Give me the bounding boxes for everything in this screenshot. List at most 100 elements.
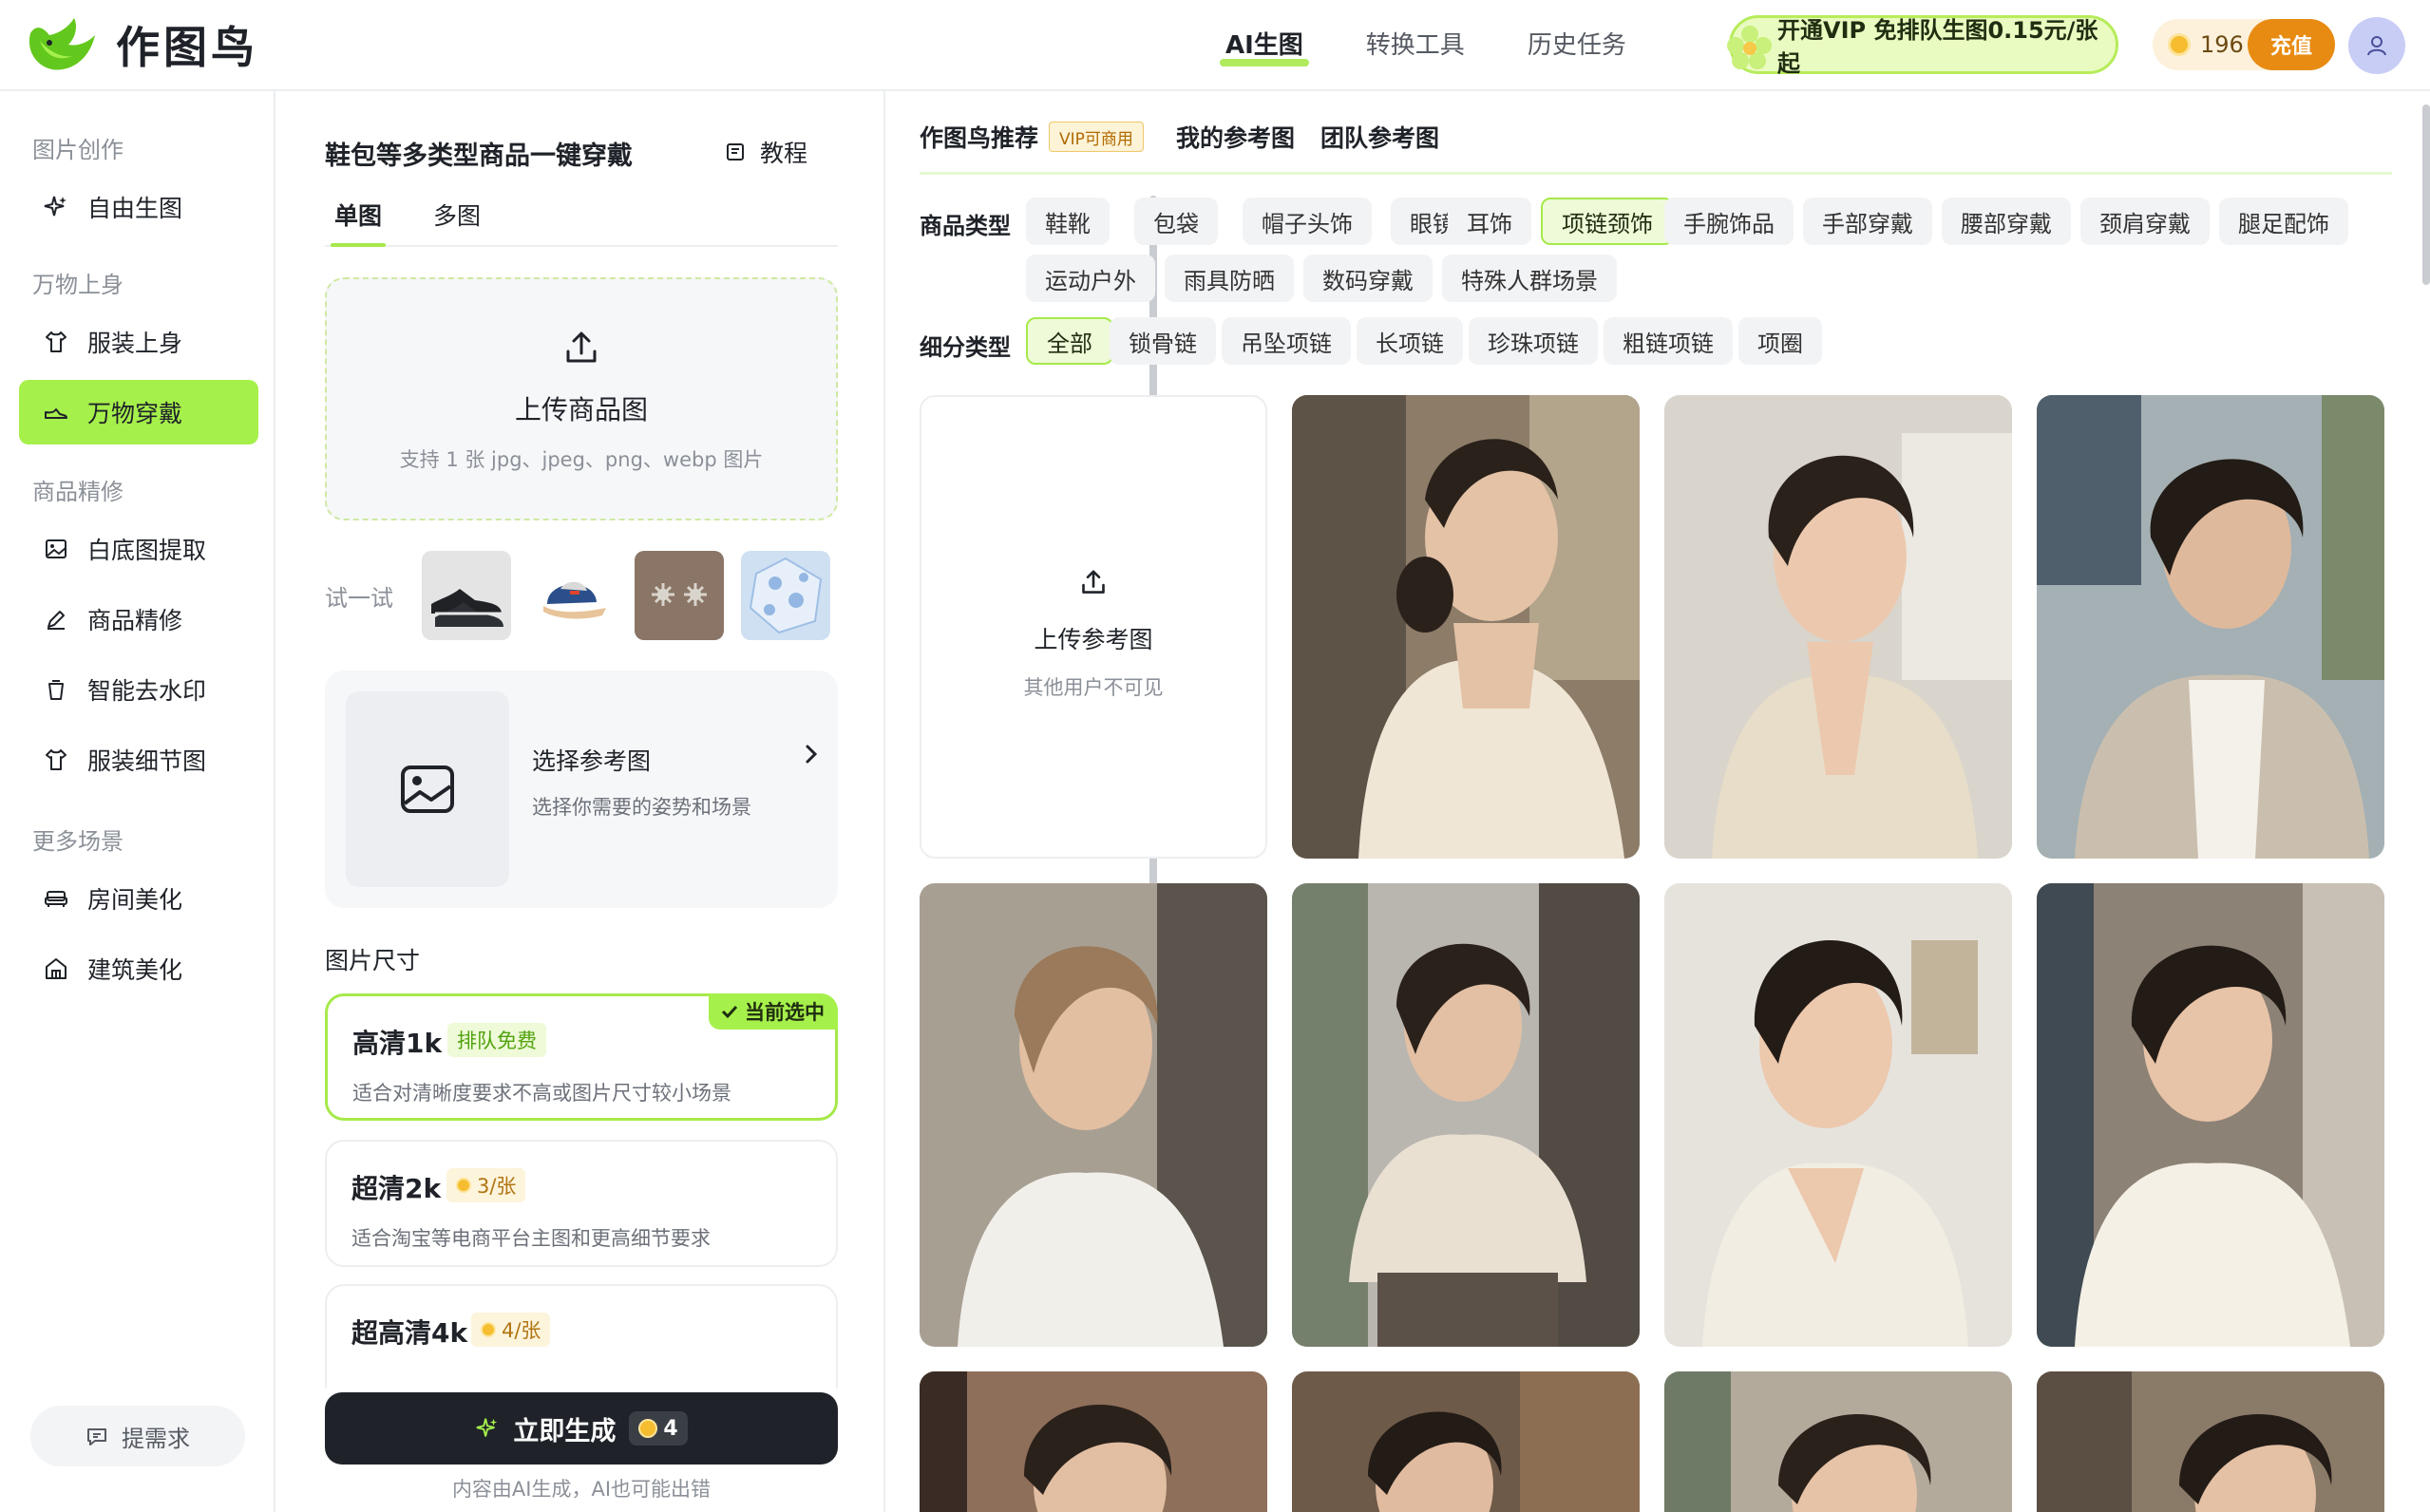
tab-single[interactable]: 单图: [331, 198, 387, 247]
category-chip[interactable]: 雨具防晒: [1165, 255, 1294, 302]
size-option-4k[interactable]: 超高清4k 4/张: [325, 1284, 838, 1389]
category-chip[interactable]: 数码穿戴: [1303, 255, 1433, 302]
sidebar-item-watermark[interactable]: 智能去水印: [19, 657, 258, 722]
size-option-1k[interactable]: 高清1k 排队免费 适合对清晰度要求不高或图片尺寸较小场景 当前选中: [325, 993, 838, 1121]
category-chip[interactable]: 手腕饰品: [1664, 198, 1794, 245]
upload-reference-tile[interactable]: 上传参考图 其他用户不可见: [920, 395, 1267, 859]
generate-button[interactable]: 立即生成 4: [325, 1392, 838, 1465]
nav-history[interactable]: 历史任务: [1528, 27, 1626, 65]
sidebar-item-detail[interactable]: 服装细节图: [19, 728, 258, 792]
size-name: 超清2k: [351, 1173, 442, 1204]
sidebar-item-room[interactable]: 房间美化: [19, 866, 258, 931]
size-name: 高清1k: [352, 1028, 443, 1059]
reference-photo[interactable]: [920, 883, 1267, 1347]
sidebar-item-free-generate[interactable]: 自由生图: [19, 175, 258, 239]
upload-icon: [921, 568, 1265, 600]
category-chip[interactable]: 耳饰: [1448, 198, 1531, 245]
recharge-button[interactable]: 充值: [2248, 19, 2335, 70]
category-chip[interactable]: 腰部穿戴: [1942, 198, 2071, 245]
category-chip[interactable]: 腿足配饰: [2219, 198, 2348, 245]
sample-shoes[interactable]: [422, 551, 511, 640]
selected-badge: 当前选中: [709, 993, 838, 1030]
tab-label: 作图鸟推荐: [920, 124, 1039, 152]
reference-photo[interactable]: [1292, 1371, 1640, 1512]
book-icon: [727, 143, 744, 161]
check-icon: [721, 1005, 738, 1019]
sidebar-item-retouch[interactable]: 商品精修: [19, 587, 258, 652]
nav-convert-tools[interactable]: 转换工具: [1366, 27, 1465, 65]
subtype-chip[interactable]: 锁骨链: [1110, 317, 1216, 365]
sample-umbrella[interactable]: [741, 551, 830, 640]
config-panel: 鞋包等多类型商品一键穿戴 教程 单图 多图 上传商品图 支持 1 张 jpg、j…: [277, 91, 1157, 1512]
reference-photo[interactable]: [1292, 883, 1640, 1347]
user-avatar[interactable]: [2348, 17, 2405, 74]
tab-label: 单图: [334, 202, 383, 230]
trash-icon: [42, 675, 70, 704]
chevron-right-icon: [802, 743, 821, 769]
reference-photo[interactable]: [1664, 1371, 2012, 1512]
feedback-button[interactable]: 提需求: [30, 1406, 245, 1466]
selected-badge-text: 当前选中: [745, 1001, 825, 1024]
subtype-chip-selected[interactable]: 全部: [1026, 317, 1113, 365]
ai-disclaimer: 内容由AI生成，AI也可能出错: [451, 1478, 712, 1501]
tab-multi[interactable]: 多图: [433, 198, 481, 245]
tab-recommended[interactable]: 作图鸟推荐: [920, 120, 1038, 154]
category-chip[interactable]: 运动户外: [1026, 255, 1155, 302]
subtype-chip[interactable]: 粗链项链: [1604, 317, 1733, 365]
reference-placeholder: [346, 691, 509, 887]
sidebar-section-title: 图片创作: [32, 137, 123, 163]
category-chip-selected[interactable]: 项链颈饰: [1541, 198, 1674, 245]
panel-title: 鞋包等多类型商品一键穿戴: [325, 142, 633, 171]
subtype-chip[interactable]: 长项链: [1357, 317, 1463, 365]
gallery-scrollbar[interactable]: [2422, 104, 2430, 285]
reference-photo[interactable]: [2037, 1371, 2384, 1512]
reference-photo[interactable]: [1664, 883, 2012, 1347]
sidebar-item-building[interactable]: 建筑美化: [19, 936, 258, 1001]
shoe-icon: [42, 398, 70, 426]
upload-reference-hint: 其他用户不可见: [1023, 676, 1164, 699]
nav-ai-generate[interactable]: AI生图: [1220, 27, 1309, 66]
sofa-icon: [42, 884, 70, 913]
vip-commercial-tag: VIP可商用: [1049, 122, 1144, 152]
image-icon: [401, 765, 454, 813]
tab-label: 多图: [433, 202, 482, 230]
reference-photo[interactable]: [2037, 883, 2384, 1347]
sidebar-section-title: 更多场景: [32, 828, 123, 855]
sidebar-item-label: 自由生图: [87, 195, 183, 222]
reference-photo[interactable]: [920, 1371, 1267, 1512]
category-chip[interactable]: 特殊人群场景: [1442, 255, 1617, 302]
subtype-chip[interactable]: 吊坠项链: [1222, 317, 1351, 365]
reference-title: 选择参考图: [532, 747, 652, 775]
sidebar-item-label: 商品精修: [87, 607, 183, 634]
reference-photo[interactable]: [1664, 395, 2012, 859]
sample-earrings[interactable]: [635, 551, 724, 640]
flower-icon: [1727, 26, 1772, 69]
subtype-chip[interactable]: 珍珠项链: [1469, 317, 1598, 365]
generate-label: 立即生成: [513, 1416, 617, 1446]
category-chip[interactable]: 颈肩穿戴: [2080, 198, 2210, 245]
subtype-chip[interactable]: 项圈: [1738, 317, 1822, 365]
size-section-title: 图片尺寸: [325, 947, 421, 974]
coin-icon: [2168, 33, 2191, 56]
tab-team-references[interactable]: 团队参考图: [1320, 120, 1439, 154]
sidebar-item-white-bg[interactable]: 白底图提取: [19, 517, 258, 581]
logo[interactable]: 作图鸟: [21, 13, 258, 76]
reference-photo[interactable]: [1292, 395, 1640, 859]
category-chip[interactable]: 鞋靴: [1026, 198, 1110, 245]
tab-label: 我的参考图: [1176, 124, 1296, 152]
category-chip[interactable]: 手部穿戴: [1803, 198, 1932, 245]
category-chip[interactable]: 包袋: [1134, 198, 1218, 245]
reference-selector[interactable]: 选择参考图 选择你需要的姿势和场景: [325, 671, 838, 908]
vip-banner-button[interactable]: 开通VIP 免排队生图0.15元/张起: [1727, 15, 2118, 77]
size-tag: 3/张: [446, 1168, 526, 1202]
sidebar-item-label: 服装上身: [87, 330, 183, 357]
tutorial-link[interactable]: 教程: [724, 135, 807, 169]
sample-cap[interactable]: [528, 551, 617, 640]
tab-my-references[interactable]: 我的参考图: [1176, 120, 1295, 154]
sidebar-item-wear-anything[interactable]: 万物穿戴: [19, 380, 258, 444]
sidebar-item-clothing[interactable]: 服装上身: [19, 310, 258, 374]
size-option-2k[interactable]: 超清2k 3/张 适合淘宝等电商平台主图和更高细节要求: [325, 1140, 838, 1267]
reference-photo[interactable]: [2037, 395, 2384, 859]
category-chip[interactable]: 帽子头饰: [1243, 198, 1372, 245]
product-upload-area[interactable]: 上传商品图 支持 1 张 jpg、jpeg、png、webp 图片: [325, 277, 838, 520]
